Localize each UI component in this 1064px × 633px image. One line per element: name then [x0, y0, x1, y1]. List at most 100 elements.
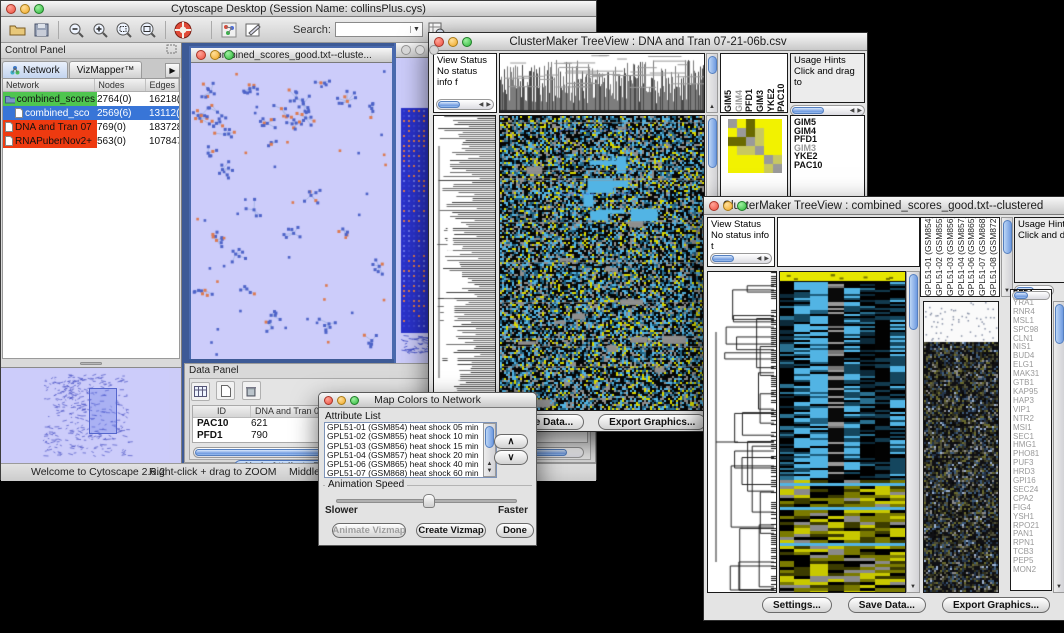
toolbar-separator [211, 21, 212, 39]
tab-vizmapper[interactable]: VizMapper™ [69, 61, 143, 78]
heatmap-panel[interactable] [779, 271, 906, 593]
tab-network[interactable]: Network [2, 61, 68, 78]
faster-label: Faster [498, 505, 528, 516]
gene-labels-scrollbar[interactable] [1012, 291, 1050, 300]
network-row[interactable]: DNA and Tran 07 769(0) 183728(0) [3, 120, 179, 134]
close-icon[interactable] [6, 4, 16, 14]
close-icon[interactable] [324, 396, 333, 405]
minimize-icon[interactable] [337, 396, 346, 405]
zoom-window-icon[interactable] [429, 45, 439, 55]
view-status-panel: View StatusNo status info f ◀▶ [433, 53, 497, 113]
zoom-fit-button[interactable] [138, 20, 158, 40]
move-down-button[interactable]: ∨ [494, 450, 528, 465]
network-overview-panel[interactable] [1, 367, 181, 463]
animation-speed-slider[interactable] [336, 499, 517, 503]
treeview-button[interactable]: Export Graphics... [598, 414, 706, 430]
treeview2-titlebar[interactable]: ClusterMaker TreeView : combined_scores_… [704, 197, 1064, 215]
map-colors-dialog: Map Colors to Network Attribute List GPL… [318, 392, 537, 546]
close-icon[interactable] [434, 37, 444, 47]
network-row[interactable]: RNAPuberNov2+ 563(0) 107847(0) [3, 134, 179, 148]
treeview-button[interactable]: Export Graphics... [942, 597, 1050, 613]
column-dendrogram-panel[interactable] [499, 53, 705, 113]
close-icon[interactable] [401, 45, 411, 55]
view-status-scrollbar[interactable]: ◀▶ [436, 99, 494, 110]
zoom-in-button[interactable] [90, 20, 110, 40]
panel-splitter[interactable] [1, 359, 181, 367]
treeview-button[interactable]: Settings... [762, 597, 832, 613]
network-row[interactable]: combined_scores 2764(0) 16218(0) [3, 92, 179, 106]
create-attribute-icon[interactable] [216, 381, 235, 400]
row-dendrogram-panel[interactable] [707, 271, 777, 593]
open-session-button[interactable] [7, 20, 27, 40]
minimize-icon[interactable] [415, 45, 425, 55]
view-status-panel: View StatusNo status info t ◀▶ [707, 217, 775, 267]
done-button[interactable]: Done [496, 523, 534, 538]
close-icon[interactable] [196, 50, 206, 60]
help-button[interactable] [173, 20, 193, 40]
attribute-list-label: Attribute List [325, 411, 381, 422]
dialog-titlebar[interactable]: Map Colors to Network [319, 393, 536, 408]
view-status-scrollbar[interactable]: ◀▶ [710, 253, 772, 264]
main-titlebar[interactable]: Cytoscape Desktop (Session Name: collins… [1, 1, 596, 17]
row-dendrogram-panel[interactable] [433, 115, 496, 411]
secondary-heatmap-panel[interactable] [923, 301, 999, 593]
zoom-window-icon[interactable] [462, 37, 472, 47]
minimize-icon[interactable] [210, 50, 220, 60]
document-icon [15, 108, 23, 118]
zoom-selected-button[interactable] [114, 20, 134, 40]
overview-viewport[interactable] [89, 388, 117, 434]
attribute-list-scrollbar[interactable]: ▲▼ [483, 423, 496, 477]
slider-thumb[interactable] [423, 494, 435, 508]
delete-attribute-icon[interactable] [242, 381, 261, 400]
gene-list-vscrollbar[interactable]: ▼ [1053, 301, 1064, 593]
search-label: Search: [293, 24, 331, 36]
heatmap-panel[interactable] [499, 115, 705, 411]
select-attributes-icon[interactable] [191, 382, 210, 401]
network-view-window: combined_scores_good.txt--cluste... [189, 46, 394, 359]
slower-label: Slower [325, 505, 358, 516]
minimize-icon[interactable] [448, 37, 458, 47]
zoom-window-icon[interactable] [737, 201, 747, 211]
save-session-button[interactable] [31, 20, 51, 40]
overview-canvas[interactable] [1, 368, 169, 460]
column-tree-panel [777, 217, 920, 267]
close-icon[interactable] [709, 201, 719, 211]
column-labels-panel[interactable]: GIM5GIM4PFD1GIM3YKE2PAC10 [720, 53, 788, 113]
zoom-window-icon[interactable] [34, 4, 44, 14]
minimize-icon[interactable] [20, 4, 30, 14]
status-message: Welcome to Cytoscape 2.6.2 [31, 466, 165, 478]
gene-labels-panel[interactable]: PFD1YRA1RNR4MSL1SPC98CLN1NIS1BUD4ELG1MAK… [1010, 289, 1052, 591]
network-canvas[interactable] [191, 63, 392, 359]
zoom-window-icon[interactable] [350, 396, 359, 405]
treeview2-buttons: Settings... Save Data... Export Graphics..… [762, 597, 1050, 613]
treeview-window-2: ClusterMaker TreeView : combined_scores_… [703, 196, 1064, 621]
folder-icon [5, 95, 15, 104]
treeview-button[interactable]: Save Data... [848, 597, 926, 613]
heatmap-vscrollbar[interactable]: ▼ [906, 271, 920, 593]
attribute-list[interactable]: GPL51-01 (GSM854) heat shock 05 minGPL51… [324, 422, 497, 478]
vizmapper-shortcut-icon[interactable] [219, 20, 239, 40]
create-vizmap-button[interactable]: Create Vizmap [416, 523, 486, 538]
network-row-selected[interactable]: combined_sco 2569(6) 13112(15) [3, 106, 179, 120]
control-panel: Control Panel Network VizMapper™ ▶ Netwo… [1, 43, 182, 463]
network-titlebar[interactable]: combined_scores_good.txt--cluste... [191, 48, 392, 63]
similarity-matrix-canvas[interactable] [728, 119, 782, 173]
zoom-out-button[interactable] [66, 20, 86, 40]
treeview1-titlebar[interactable]: ClusterMaker TreeView : DNA and Tran 07-… [429, 33, 867, 51]
float-panel-icon[interactable] [166, 44, 177, 57]
document-icon [5, 136, 13, 146]
annotation-button[interactable] [243, 20, 263, 40]
move-up-button[interactable]: ∧ [494, 434, 528, 449]
minimize-icon[interactable] [723, 201, 733, 211]
animation-speed-label: Animation Speed [325, 479, 407, 490]
tab-overflow-button[interactable]: ▶ [165, 63, 180, 78]
search-dropdown-icon[interactable]: ▼ [410, 26, 422, 33]
column-labels-panel[interactable]: GPL51-01 (GSM854)GPL51-02 (GSM855)GPL51-… [920, 217, 1000, 297]
window-controls[interactable] [1, 4, 49, 14]
zoom-window-icon[interactable] [224, 50, 234, 60]
search-input[interactable]: ▼ [335, 22, 423, 37]
network-list-header[interactable]: Network Nodes Edges [3, 79, 179, 92]
column-labels-scrollbar[interactable]: ▼ [1001, 217, 1013, 297]
attribute-item[interactable]: GPL51-07 (GSM868) heat shock 60 min [327, 469, 496, 478]
column-scrollbar[interactable]: ▲ [706, 53, 718, 113]
